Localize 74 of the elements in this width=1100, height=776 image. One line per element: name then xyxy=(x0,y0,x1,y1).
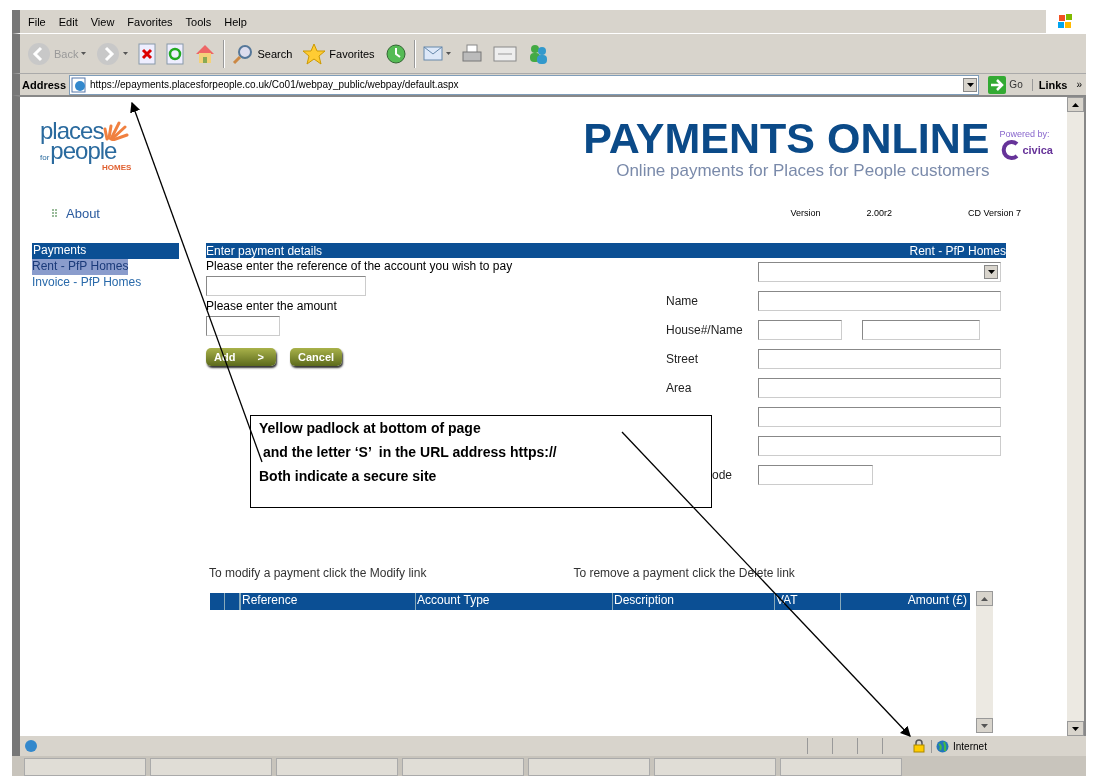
padlock-icon xyxy=(913,739,925,753)
caret-icon xyxy=(966,82,974,87)
search-button[interactable]: Search xyxy=(229,40,296,67)
sidebar-header: Payments xyxy=(32,243,179,259)
annotation-text: and the letter ‘S’ in the URL address https:// xyxy=(261,444,558,461)
caret-icon xyxy=(123,52,129,55)
column-header: Reference xyxy=(240,593,415,610)
column-header: Account Type xyxy=(415,593,612,610)
amount-field[interactable] xyxy=(206,316,280,336)
search-icon xyxy=(232,42,255,65)
house-name-field[interactable] xyxy=(862,320,980,340)
down-arrow-icon xyxy=(1072,726,1079,731)
menu-item[interactable]: View xyxy=(86,15,124,28)
star-icon xyxy=(302,42,327,65)
sidebar-link[interactable]: Rent - PfP Homes xyxy=(32,259,129,275)
menu-item[interactable]: Tools xyxy=(181,15,221,28)
address-field[interactable]: https://epayments.placesforpeople.co.uk/Co01/webpay_public/webpay/default.aspx xyxy=(69,74,980,95)
cd-version: CD Version 7 xyxy=(967,208,1021,218)
text-field[interactable] xyxy=(758,349,1001,369)
text-field[interactable] xyxy=(758,407,1001,427)
favorites-button[interactable]: Favorites xyxy=(299,40,378,67)
field-label: ode xyxy=(712,468,734,482)
menu-item[interactable]: Edit xyxy=(54,15,87,28)
version-number: 2.00r2 xyxy=(866,208,892,218)
field-label: Area xyxy=(666,381,693,395)
down-arrow-icon xyxy=(981,723,988,728)
annotation-text: Yellow padlock at bottom of page xyxy=(259,420,482,437)
field-label: House#/Name xyxy=(666,323,744,337)
scrollbar[interactable] xyxy=(976,591,993,733)
text-field[interactable] xyxy=(758,436,1001,456)
chevron-icon[interactable]: » xyxy=(1070,79,1086,90)
about-link[interactable]: About xyxy=(52,205,100,221)
version-label: Version xyxy=(790,208,821,218)
caret-icon xyxy=(445,52,451,55)
envelope-icon xyxy=(422,46,443,61)
field-label: Name xyxy=(666,294,699,308)
links-button[interactable]: Links xyxy=(1031,78,1068,91)
address-label: Address xyxy=(22,78,67,91)
security-zone: Internet xyxy=(931,739,1086,753)
caret-icon xyxy=(81,52,87,55)
globe-icon xyxy=(936,739,949,753)
field-label: Please enter the amount xyxy=(206,299,337,313)
scrollbar[interactable] xyxy=(1067,97,1084,736)
annotation-text: Both indicate a secure site xyxy=(259,468,438,485)
up-arrow-icon xyxy=(1072,102,1079,107)
civica-logo: Powered by: civica xyxy=(999,117,1053,161)
text-field[interactable] xyxy=(758,291,1001,311)
page-title: PAYMENTS ONLINE xyxy=(583,117,990,160)
column-header: Description xyxy=(612,593,774,610)
page-icon xyxy=(71,76,88,93)
postcode-field[interactable] xyxy=(758,465,873,485)
field-label: Street xyxy=(666,352,699,366)
text-field[interactable] xyxy=(758,378,1001,398)
field-label: Please enter the reference of the account you wish to pay xyxy=(206,259,513,273)
add-button[interactable]: Add > xyxy=(206,348,276,366)
up-arrow-icon xyxy=(981,596,988,601)
account-dropdown[interactable] xyxy=(758,262,1001,282)
caret-icon xyxy=(987,270,995,274)
dots-icon xyxy=(52,209,60,217)
reference-field[interactable] xyxy=(206,276,366,296)
column-header: Amount (£) xyxy=(840,593,970,610)
page-icon xyxy=(24,739,38,753)
logo: places for people HOMES xyxy=(40,117,133,173)
menu-item[interactable]: Favorites xyxy=(123,15,182,28)
menu-item[interactable]: File xyxy=(24,15,55,28)
go-button[interactable]: Go xyxy=(982,75,1029,94)
modify-hint: To modify a payment click the Modify link xyxy=(209,566,427,580)
cancel-button[interactable]: Cancel xyxy=(290,348,343,366)
sidebar-link[interactable]: Invoice - PfP Homes xyxy=(32,275,142,291)
dropdown-button[interactable] xyxy=(963,77,978,92)
page-subtitle: Online payments for Places for People customers xyxy=(615,161,990,181)
menu-item[interactable]: Help xyxy=(220,15,256,28)
form-header: Enter payment details Rent - PfP Homes xyxy=(206,243,1006,258)
house-number-field[interactable] xyxy=(758,320,842,340)
